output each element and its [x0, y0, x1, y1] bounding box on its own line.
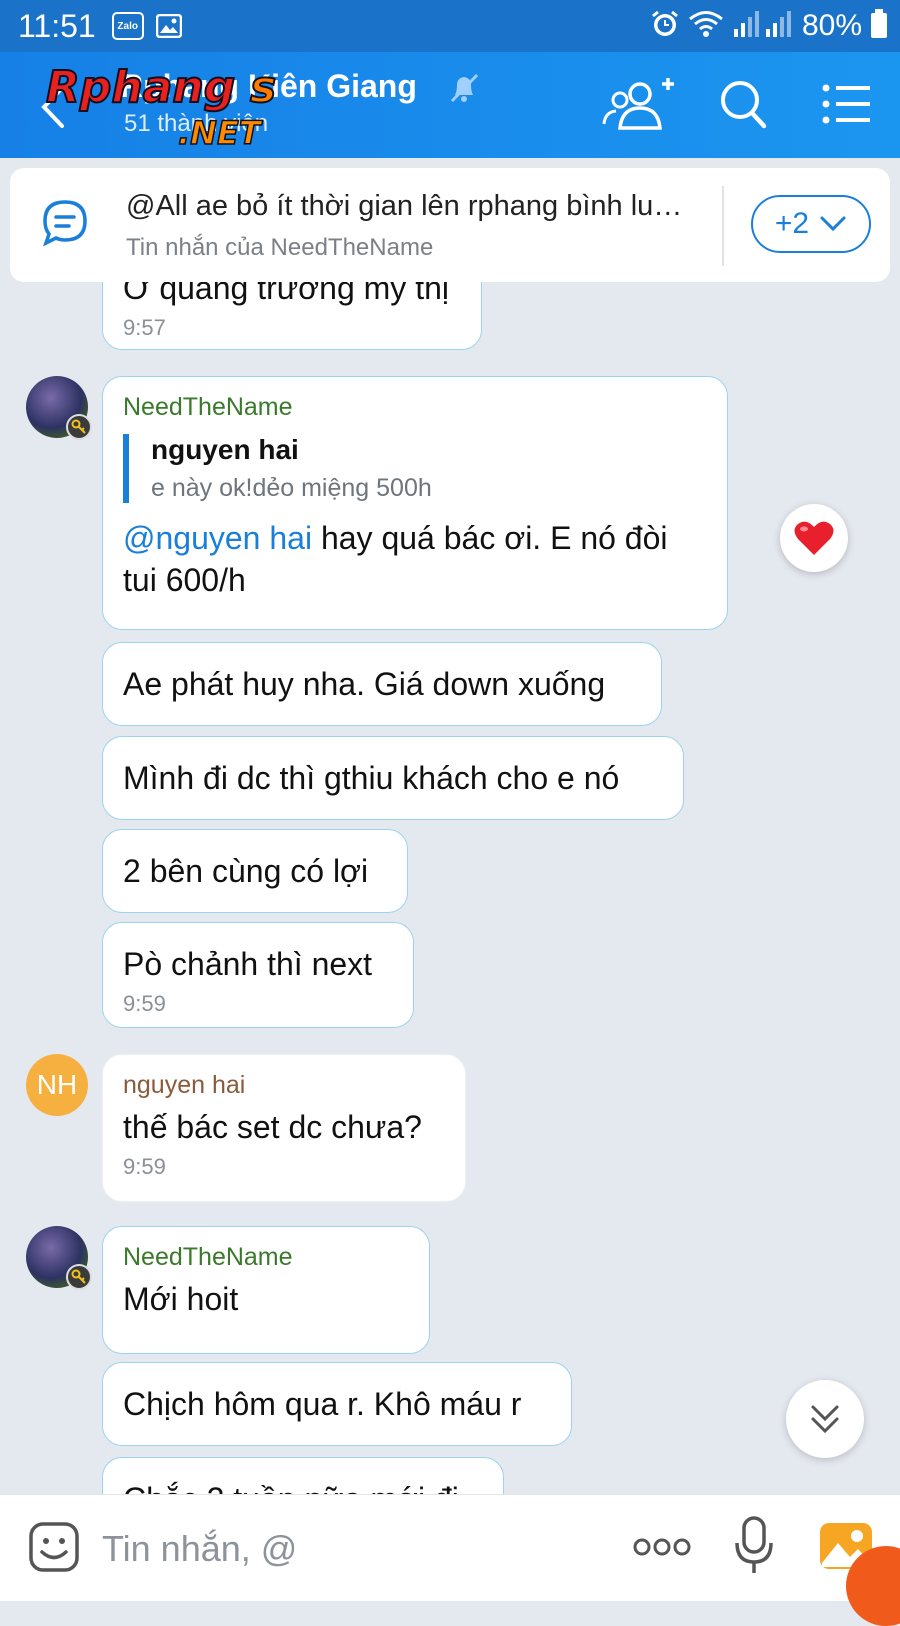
svg-text:Rphang: Rphang [46, 62, 235, 113]
chat-header: Rphang Kiên Giang 51 thành viên Rphang s… [0, 52, 900, 158]
menu-icon[interactable] [822, 82, 872, 126]
more-icon[interactable] [632, 1535, 692, 1559]
sender-name[interactable]: NeedTheName [123, 1243, 409, 1272]
battery-icon [870, 8, 888, 44]
message-text: @nguyen hai hay quá bác ơi. E nó đòi tui… [123, 520, 668, 598]
pinned-subtitle: Tin nhắn của NeedTheName [126, 234, 434, 261]
message-bubble[interactable]: NeedTheName nguyen hai e này ok!dẻo miện… [102, 376, 728, 630]
message-bubble[interactable]: Chắc 2 tuần nữa mới đi [102, 1457, 504, 1494]
pinned-message[interactable]: @All ae bỏ ít thời gian lên rphang bình … [10, 168, 890, 282]
key-icon [66, 414, 92, 440]
message-text: thế bác set dc chưa? [123, 1109, 422, 1145]
message-list[interactable]: Ở quảng trường mỹ thị 9:57 NeedTheName n… [0, 282, 900, 1494]
quote-author: nguyen hai [151, 434, 299, 465]
message-bubble[interactable]: Chịch hôm qua r. Khô máu r [102, 1362, 572, 1446]
avatar[interactable] [26, 1226, 92, 1290]
message-text: Ở quảng trường mỹ thị [123, 282, 449, 306]
status-bar: 11:51 Zalo 80% [0, 0, 900, 52]
gallery-notification-icon [155, 14, 182, 38]
message-text: 2 bên cùng có lợi [123, 853, 369, 889]
message-bubble[interactable]: Ở quảng trường mỹ thị 9:57 [102, 282, 482, 350]
message-bubble[interactable]: 2 bên cùng có lợi [102, 829, 408, 913]
emoji-icon[interactable] [28, 1521, 80, 1573]
message-bubble[interactable]: Ae phát huy nha. Giá down xuống [102, 642, 662, 726]
message-text: Mới hoit [123, 1281, 239, 1317]
status-time: 11:51 [18, 7, 96, 44]
more-pinned-count: +2 [774, 207, 810, 240]
mention-link[interactable]: @nguyen hai [123, 520, 312, 556]
key-icon [66, 1264, 92, 1290]
battery-level: 80% [801, 9, 862, 42]
avatar[interactable] [26, 376, 92, 440]
heart-reaction-icon[interactable] [780, 504, 848, 572]
alarm-icon [650, 9, 680, 44]
sender-name[interactable]: nguyen hai [123, 1071, 445, 1100]
quote-text: e này ok!dẻo miệng 500h [151, 474, 432, 502]
message-bubble[interactable]: Mình đi dc thì gthiu khách cho e nó [102, 736, 684, 820]
message-bubble[interactable]: Pò chảnh thì next 9:59 [102, 922, 414, 1028]
message-bubble[interactable]: nguyen hai thế bác set dc chưa? 9:59 [102, 1054, 466, 1202]
pinned-title: @All ae bỏ ít thời gian lên rphang bình … [126, 190, 696, 222]
chevron-down-icon [819, 207, 847, 241]
watermark-logo: Rphang s .NET [44, 58, 324, 154]
signal-icon [732, 9, 794, 44]
message-bubble[interactable]: NeedTheName Mới hoit [102, 1226, 430, 1354]
message-time: 9:59 [123, 1154, 166, 1179]
svg-text:.NET: .NET [178, 114, 263, 152]
sender-name[interactable]: NeedTheName [123, 393, 707, 422]
message-input[interactable] [100, 1521, 604, 1577]
message-text: Mình đi dc thì gthiu khách cho e nó [123, 760, 620, 796]
wifi-icon [688, 9, 724, 44]
add-member-icon[interactable] [602, 76, 678, 136]
message-text: Chịch hôm qua r. Khô máu r [123, 1386, 522, 1422]
avatar[interactable]: NH [26, 1054, 88, 1116]
composer [0, 1494, 900, 1601]
search-icon[interactable] [718, 78, 768, 130]
message-time: 9:57 [123, 315, 166, 340]
svg-text:s: s [250, 62, 276, 113]
scroll-down-icon[interactable] [786, 1380, 864, 1458]
divider [722, 186, 724, 266]
message-text: Ae phát huy nha. Giá down xuống [123, 666, 606, 702]
zalo-icon: Zalo [111, 12, 144, 40]
message-time: 9:59 [123, 991, 166, 1016]
more-pinned-button[interactable]: +2 [751, 195, 871, 253]
quoted-message[interactable]: nguyen hai e này ok!dẻo miệng 500h [123, 434, 707, 503]
mute-bell-icon [446, 70, 482, 106]
mic-icon[interactable] [734, 1515, 774, 1577]
message-text: Pò chảnh thì next [123, 946, 373, 982]
message-text: Chắc 2 tuần nữa mới đi [123, 1478, 483, 1494]
pinned-message-icon [40, 198, 90, 248]
